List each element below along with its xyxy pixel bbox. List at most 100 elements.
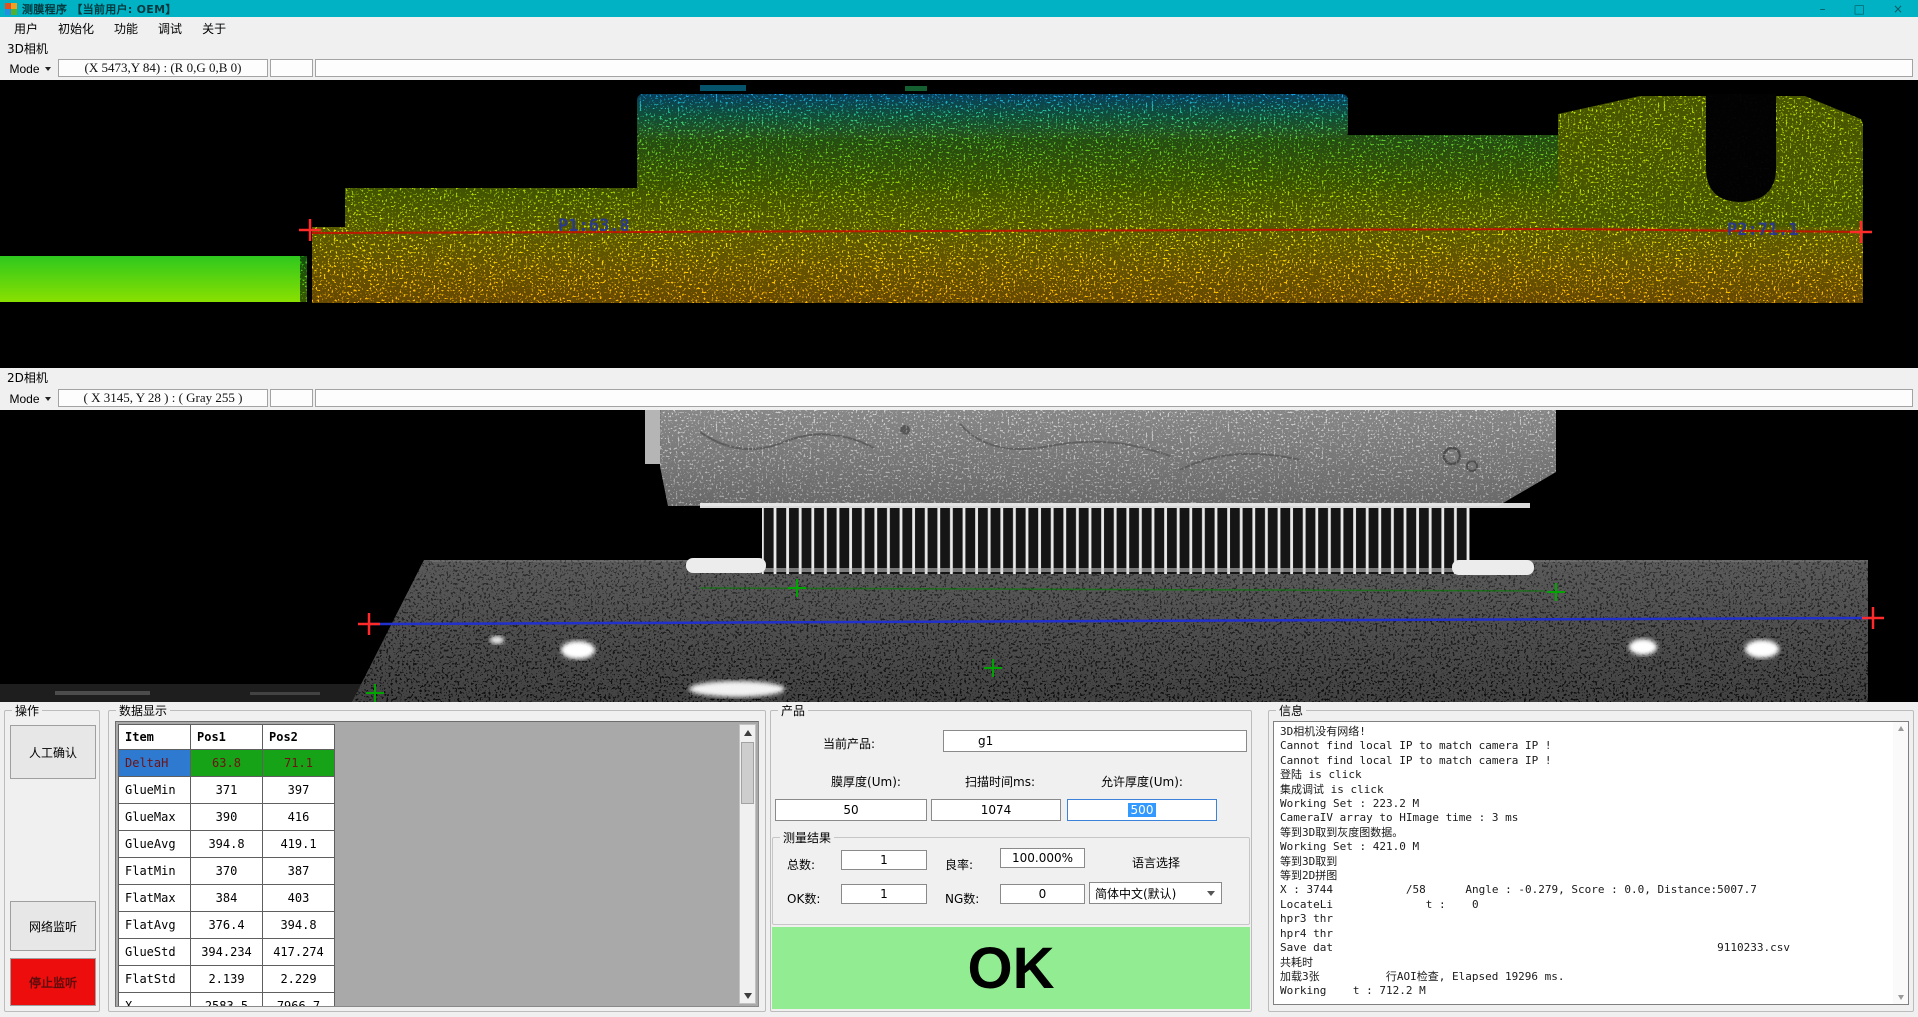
stop-listen-button[interactable]: 停止监听 [10,958,96,1006]
column-header[interactable]: Pos1 [191,725,263,750]
table-cell[interactable]: 390 [191,804,263,831]
table-cell[interactable]: 384 [191,885,263,912]
table-cell[interactable]: GlueAvg [119,831,191,858]
window-controls: – □ × [1820,1,1913,17]
table-cell[interactable]: 376.4 [191,912,263,939]
yield-label: 良率: [945,856,973,873]
table-row: FlatStd2.1392.229 [119,966,335,993]
mode-dropdown-2d[interactable]: Mode [2,389,58,408]
camera2d-view[interactable] [0,410,1918,702]
log-line: Working Set : 421.0 M [1280,840,1890,854]
table-cell[interactable]: 370 [191,858,263,885]
table-cell[interactable]: 387 [263,858,335,885]
table-cell[interactable]: 371 [191,777,263,804]
camera2d-toolbar-cell [315,389,1913,407]
menu-item-关于[interactable]: 关于 [192,18,236,39]
camera3d-view[interactable]: P1:63.8 P2:71.1 [0,80,1918,368]
table-cell[interactable]: GlueMin [119,777,191,804]
total-field[interactable]: 1 [841,850,927,870]
measurement-table: ItemPos1Pos2 DeltaH63.871.1 GlueMin371397 G… [118,724,335,1007]
log-line: 等到2D拼图 [1280,869,1890,883]
table-cell[interactable]: FlatMax [119,885,191,912]
table-cell[interactable]: X [119,993,191,1007]
scroll-down-icon[interactable] [1893,991,1908,1004]
chevron-down-icon [45,67,51,71]
menu-item-用户[interactable]: 用户 [4,18,48,39]
chevron-down-icon [45,397,51,401]
camera2d-toolbar-cell [270,389,313,407]
table-cell[interactable]: GlueMax [119,804,191,831]
table-cell[interactable]: 403 [263,885,335,912]
menu-item-功能[interactable]: 功能 [104,18,148,39]
ng-count-field[interactable]: 0 [1000,884,1085,904]
restore-icon[interactable]: □ [1854,1,1865,17]
column-header[interactable]: Item [119,725,191,750]
table-cell[interactable]: FlatStd [119,966,191,993]
glue-blob [689,681,785,697]
table-cell[interactable]: 416 [263,804,335,831]
scroll-up-icon[interactable] [740,725,755,740]
film-thickness-field[interactable]: 50 [775,799,927,821]
table-cell[interactable]: FlatMin [119,858,191,885]
table-cell[interactable]: 394.234 [191,939,263,966]
table-cell[interactable]: FlatAvg [119,912,191,939]
ok-count-label: OK数: [787,890,820,907]
table-row: FlatMin370387 [119,858,335,885]
mode-label: Mode [9,392,39,406]
scan-time-field[interactable]: 1074 [931,799,1061,821]
log-line: Cannot find local IP to match camera IP … [1280,739,1890,753]
table-cell[interactable]: GlueStd [119,939,191,966]
log-area[interactable]: 3D相机没有网络!Cannot find local IP to match c… [1273,721,1909,1005]
table-scrollbar[interactable] [739,724,756,1004]
scroll-down-icon[interactable] [740,988,755,1003]
table-cell[interactable]: 71.1 [263,750,335,777]
close-icon[interactable]: × [1893,1,1903,17]
measure-result-title: 测量结果 [780,829,834,846]
camera2d-section-label: 2D相机 [0,368,1918,387]
data-display-groupbox: 数据显示 ItemPos1Pos2DeltaH63.871.1GlueMin37… [108,710,766,1012]
language-value: 简体中文(默认) [1095,885,1176,902]
table-cell[interactable]: 397 [263,777,335,804]
camera3d-toolbar-cell [270,59,313,77]
operation-title: 操作 [12,702,42,719]
scrollbar-thumb[interactable] [741,742,754,804]
p2-annotation: P2:71.1 [1727,220,1799,240]
table-row: FlatAvg376.4394.8 [119,912,335,939]
log-line: 集成调试 is click [1280,783,1890,797]
table-cell[interactable]: 2.139 [191,966,263,993]
ok-count-field[interactable]: 1 [841,884,927,904]
table-cell[interactable]: 394.8 [191,831,263,858]
column-header[interactable]: Pos2 [263,725,335,750]
data-display-title: 数据显示 [116,702,170,719]
yield-field[interactable]: 100.000% [1000,848,1085,868]
scroll-up-icon[interactable] [1893,722,1908,735]
language-dropdown[interactable]: 简体中文(默认) [1089,882,1222,904]
table-cell[interactable]: 63.8 [191,750,263,777]
log-scrollbar[interactable] [1893,722,1908,1004]
allowed-thickness-field[interactable]: 500 [1067,799,1217,821]
manual-confirm-button[interactable]: 人工确认 [10,725,96,779]
mode-label: Mode [9,62,39,76]
app-icon [5,3,17,15]
mode-dropdown-3d[interactable]: Mode [2,59,58,78]
current-product-field[interactable]: g1 [943,730,1247,752]
log-line: CameraIV array to HImage time : 3 ms [1280,811,1890,825]
heightmap-3d-image: P1:63.8 P2:71.1 [0,80,1918,368]
log-line: Working t : 712.2 M [1280,984,1890,998]
table-cell[interactable]: 417.274 [263,939,335,966]
app-window: 测膜程序 【当前用户: OEM】 – □ × 用户初始化功能调试关于 3D相机 … [0,0,1918,1017]
table-cell[interactable]: DeltaH [119,750,191,777]
titlebar: 测膜程序 【当前用户: OEM】 – □ × [0,0,1918,17]
minimize-icon[interactable]: – [1820,1,1826,17]
table-cell[interactable]: 2.229 [263,966,335,993]
menu-item-初始化[interactable]: 初始化 [48,18,104,39]
network-listen-button[interactable]: 网络监听 [10,901,96,951]
log-line: 登陆 is click [1280,768,1890,782]
log-line: 等到3D取到 [1280,855,1890,869]
table-cell[interactable]: 7966.7 [263,993,335,1007]
menu-item-调试[interactable]: 调试 [148,18,192,39]
table-cell[interactable]: 419.1 [263,831,335,858]
table-cell[interactable]: 394.8 [263,912,335,939]
log-line: Working Set : 223.2 M [1280,797,1890,811]
table-cell[interactable]: 2583.5 [191,993,263,1007]
